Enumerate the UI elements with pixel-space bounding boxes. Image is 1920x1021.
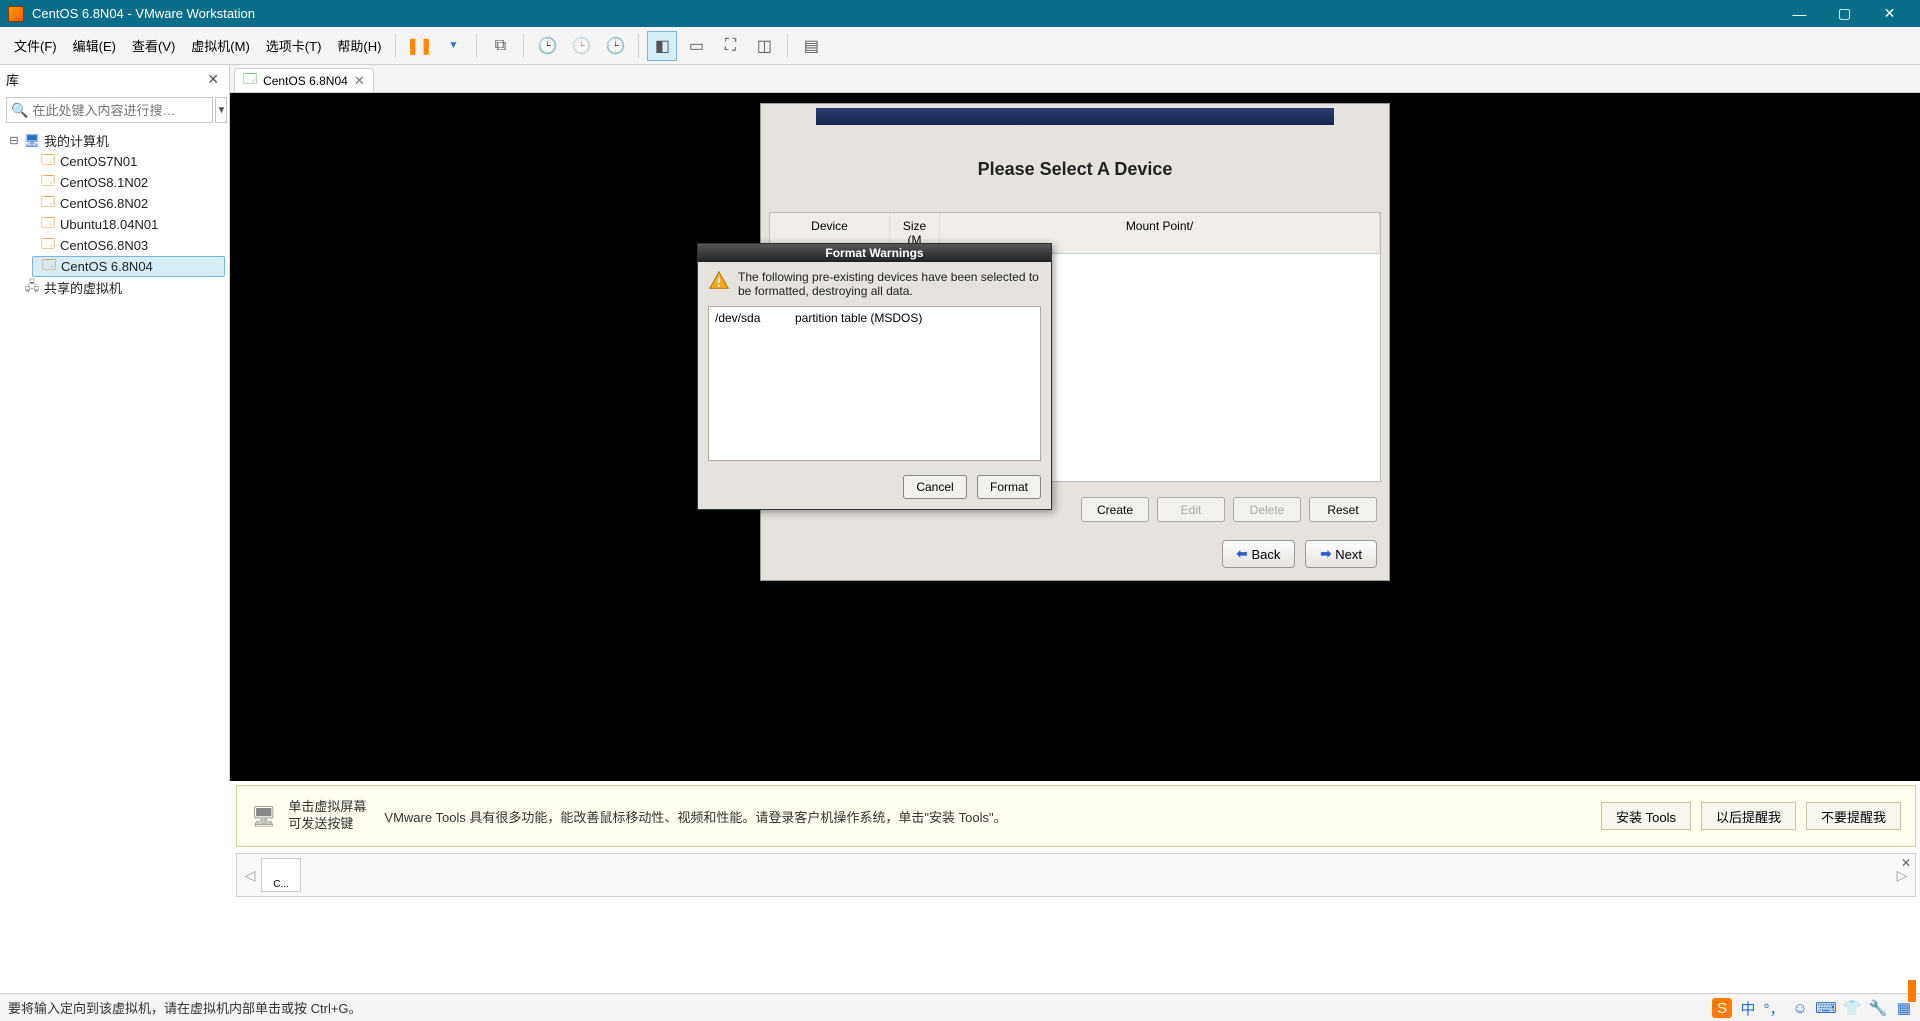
ime-tool-icon[interactable]: 🔧	[1868, 998, 1888, 1018]
thumb-scroll-left-icon[interactable]: ◁	[243, 857, 257, 893]
unity-icon[interactable]: ◫	[749, 31, 779, 61]
thumbnail-strip: ◁ C... ▷ ✕	[236, 853, 1916, 897]
dialog-message: The following pre-existing devices have …	[738, 270, 1041, 298]
tree-root-my-computer[interactable]: ⊟🖥 我的计算机	[4, 130, 225, 151]
thumb-label: C...	[273, 879, 289, 890]
view-console-icon[interactable]: ▭	[681, 31, 711, 61]
ime-lang-icon[interactable]: 中	[1738, 998, 1758, 1018]
thumb-strip-close-icon[interactable]: ✕	[1901, 856, 1911, 870]
sidebar-title: 库	[6, 70, 19, 89]
dialog-format-button[interactable]: Format	[977, 475, 1041, 499]
send-ctrlaltdel-icon[interactable]: ⧉	[485, 31, 515, 61]
tree-vm-item[interactable]: 🗔CentOS6.8N02	[32, 193, 225, 214]
never-remind-button[interactable]: 不要提醒我	[1806, 802, 1901, 830]
dialog-title: Format Warnings	[698, 244, 1051, 262]
search-icon: 🔍	[11, 102, 28, 119]
thumbnail-icon[interactable]: ▤	[796, 31, 826, 61]
app-icon	[8, 6, 24, 22]
tab-close-icon[interactable]: ✕	[354, 73, 365, 89]
maximize-button[interactable]: ▢	[1822, 0, 1867, 27]
ime-emoji-icon[interactable]: ☺	[1790, 998, 1810, 1018]
tree-root-label: 我的计算机	[44, 131, 109, 150]
ime-punct-icon[interactable]: °，	[1764, 998, 1784, 1018]
minimize-button[interactable]: —	[1777, 0, 1822, 27]
fullscreen-icon[interactable]: ⛶	[715, 31, 745, 61]
close-button[interactable]: ✕	[1867, 0, 1912, 27]
statusbar: 要将输入定向到该虚拟机，请在虚拟机内部单击或按 Ctrl+G。 S 中 °， ☺…	[0, 993, 1920, 1021]
vm-tree: ⊟🖥 我的计算机 🗔CentOS7N01 🗔CentOS8.1N02 🗔Cent…	[0, 126, 229, 302]
create-button[interactable]: Create	[1081, 497, 1149, 522]
tree-vm-item-selected[interactable]: 🗔CentOS 6.8N04	[32, 256, 225, 277]
menu-view[interactable]: 查看(V)	[124, 32, 183, 59]
warning-icon	[708, 270, 730, 292]
back-button[interactable]: ⬅Back	[1222, 540, 1296, 568]
edit-button: Edit	[1157, 497, 1225, 522]
install-tools-button[interactable]: 安装 Tools	[1601, 802, 1691, 830]
ime-s-icon[interactable]: S	[1712, 998, 1732, 1018]
tree-shared-vms[interactable]: 🖧 共享的虚拟机	[4, 277, 225, 298]
pause-icon[interactable]: ❚❚	[404, 31, 434, 61]
menubar: 文件(F) 编辑(E) 查看(V) 虚拟机(M) 选项卡(T) 帮助(H) ❚❚…	[0, 27, 1920, 65]
power-dropdown-icon[interactable]: ▼	[438, 31, 468, 61]
tree-vm-item[interactable]: 🗔CentOS7N01	[32, 151, 225, 172]
vm-tab[interactable]: 🗔 CentOS 6.8N04 ✕	[234, 68, 374, 92]
snapshot-manage-icon[interactable]: 🕒	[600, 31, 630, 61]
notification-edge-icon	[1908, 980, 1916, 1002]
tree-vm-item[interactable]: 🗔CentOS8.1N02	[32, 172, 225, 193]
grab-input-hint: 单击虚拟屏幕 可发送按键	[288, 799, 366, 833]
format-device-row[interactable]: /dev/sda partition table (MSDOS)	[715, 311, 1034, 325]
ime-skin-icon[interactable]: 👕	[1842, 998, 1862, 1018]
search-box[interactable]: 🔍	[6, 97, 213, 123]
tree-vm-item[interactable]: 🗔Ubuntu18.04N01	[32, 214, 225, 235]
tree-shared-label: 共享的虚拟机	[44, 278, 122, 297]
menu-edit[interactable]: 编辑(E)	[65, 32, 124, 59]
status-text: 要将输入定向到该虚拟机，请在虚拟机内部单击或按 Ctrl+G。	[8, 998, 362, 1017]
vm-running-icon: 🗔	[243, 70, 257, 92]
tab-label: CentOS 6.8N04	[263, 74, 348, 88]
view-single-icon[interactable]: ◧	[647, 31, 677, 61]
arrow-right-icon: ➡	[1320, 546, 1331, 562]
tools-message: VMware Tools 具有很多功能，能改善鼠标移动性、视频和性能。请登录客户…	[384, 807, 1601, 826]
format-device-list: /dev/sda partition table (MSDOS)	[708, 306, 1041, 461]
installer-banner	[816, 108, 1334, 125]
ime-keyboard-icon[interactable]: ⌨	[1816, 998, 1836, 1018]
installer-title: Please Select A Device	[761, 159, 1389, 180]
search-input[interactable]	[32, 103, 208, 118]
library-sidebar: 库 ✕ 🔍 ▼ ⊟🖥 我的计算机 🗔CentOS7N01 🗔CentOS8.1N…	[0, 65, 230, 781]
dialog-cancel-button[interactable]: Cancel	[903, 475, 967, 499]
tree-vm-item[interactable]: 🗔CentOS6.8N03	[32, 235, 225, 256]
format-warnings-dialog: Format Warnings The following pre-existi…	[697, 243, 1052, 510]
window-title: CentOS 6.8N04 - VMware Workstation	[32, 6, 1777, 21]
system-tray: S 中 °， ☺ ⌨ 👕 🔧 ▦	[1712, 998, 1914, 1018]
reset-button[interactable]: Reset	[1309, 497, 1377, 522]
vm-thumbnail[interactable]: C...	[261, 858, 301, 892]
menu-help[interactable]: 帮助(H)	[329, 32, 389, 59]
remind-later-button[interactable]: 以后提醒我	[1701, 802, 1796, 830]
menu-vm[interactable]: 虚拟机(M)	[183, 32, 258, 59]
arrow-left-icon: ⬅	[1237, 546, 1248, 562]
menu-file[interactable]: 文件(F)	[6, 32, 65, 59]
grab-input-icon: 🖥	[251, 804, 276, 829]
titlebar: CentOS 6.8N04 - VMware Workstation — ▢ ✕	[0, 0, 1920, 27]
next-button[interactable]: ➡Next	[1305, 540, 1377, 568]
vm-display[interactable]: Please Select A Device Device Size (M Mo…	[230, 93, 1920, 781]
snapshot-revert-icon[interactable]: 🕒	[566, 31, 596, 61]
snapshot-take-icon[interactable]: 🕒	[532, 31, 562, 61]
search-dropdown-icon[interactable]: ▼	[215, 97, 227, 123]
sidebar-close-icon[interactable]: ✕	[203, 69, 223, 90]
tabstrip: 🗔 CentOS 6.8N04 ✕	[230, 65, 1920, 93]
vmware-tools-bar: 🖥 单击虚拟屏幕 可发送按键 VMware Tools 具有很多功能，能改善鼠标…	[236, 785, 1916, 847]
delete-button: Delete	[1233, 497, 1301, 522]
menu-tabs[interactable]: 选项卡(T)	[258, 32, 330, 59]
